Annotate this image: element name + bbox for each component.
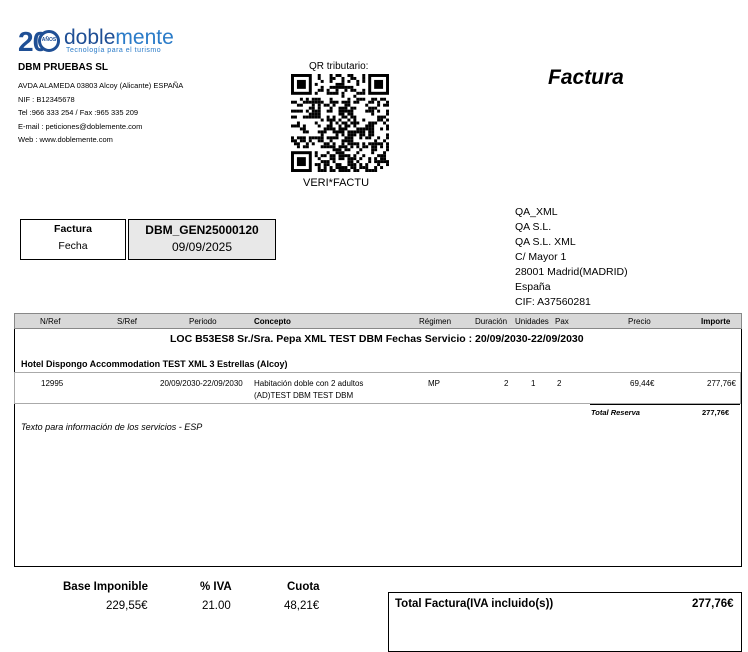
company-email: E-mail : peticiones@doblemente.com: [18, 122, 143, 131]
qr-label: QR tributario:: [309, 61, 369, 72]
cell-unidades: 1: [531, 379, 536, 388]
col-importe: Importe: [701, 317, 731, 326]
iva-value: 21.00: [202, 600, 231, 612]
client-address: QA_XML QA S.L. QA S.L. XML C/ Mayor 1 28…: [515, 205, 628, 310]
date-label: Fecha: [58, 240, 88, 252]
invoice-date: 09/09/2025: [171, 240, 233, 254]
col-unidades: Unidades: [515, 317, 549, 326]
logo-tagline: Tecnología para el turismo: [66, 47, 162, 54]
invoice-labels-box: Factura Fecha: [20, 219, 126, 260]
qr-code: [291, 74, 389, 172]
client-line: QA S.L. XML: [515, 236, 576, 248]
total-value: 277,76€: [692, 598, 734, 610]
invoice-values-box: DBM_GEN25000120 09/09/2025: [128, 219, 276, 260]
col-concepto: Concepto: [254, 317, 291, 326]
col-sref: S/Ref: [117, 317, 138, 326]
divider: [590, 404, 740, 405]
company-phone: Tel :966 333 254 / Fax :965 335 209: [18, 108, 139, 117]
total-label: Total Factura(IVA incluido(s)): [395, 598, 554, 610]
company-web: Web : www.doblemente.com: [18, 135, 113, 144]
cell-nref: 12995: [41, 379, 64, 388]
client-line: C/ Mayor 1: [515, 251, 567, 263]
col-regimen: Régimen: [419, 317, 452, 326]
iva-label: % IVA: [200, 581, 232, 593]
table-header: N/Ref S/Ref Periodo Concepto Régimen Dur…: [14, 313, 742, 329]
col-nref: N/Ref: [40, 317, 61, 326]
locator-line: LOC B53ES8 Sr./Sra. Pepa XML TEST DBM Fe…: [170, 333, 584, 345]
client-line: 28001 Madrid(MADRID): [515, 266, 628, 278]
services-info-text: Texto para información de los servicios …: [21, 422, 203, 432]
company-logo: 20 AÑOS doblemente Tecnología para el tu…: [18, 26, 174, 58]
cell-duracion: 2: [504, 379, 509, 388]
logo-badge: AÑOS: [38, 30, 60, 52]
client-line: QA S.L.: [515, 221, 552, 233]
client-line: CIF: A37560281: [515, 296, 591, 308]
client-line: QA_XML: [515, 206, 558, 218]
invoice-label: Factura: [54, 223, 92, 235]
client-line: España: [515, 281, 551, 293]
base-value: 229,55€: [106, 600, 148, 612]
logo-years: AÑOS: [41, 37, 57, 43]
col-duracion: Duración: [475, 317, 508, 326]
cell-regimen: MP: [428, 379, 440, 388]
company-address: AVDA ALAMEDA 03803 Alcoy (Alicante) ESPA…: [18, 81, 184, 90]
verifactu-label: VERI*FACTU: [303, 177, 370, 189]
cuota-label: Cuota: [287, 581, 320, 593]
invoice-number: DBM_GEN25000120: [145, 223, 259, 237]
cell-precio: 69,44€: [630, 379, 655, 388]
base-label: Base Imponible: [63, 581, 148, 593]
cell-importe: 277,76€: [707, 379, 736, 388]
cell-periodo: 20/09/2030-22/09/2030: [160, 379, 243, 388]
total-reserva-value: 277,76€: [702, 408, 730, 417]
logo-brand-b: mente: [115, 26, 174, 49]
col-periodo: Periodo: [189, 317, 217, 326]
company-name: DBM PRUEBAS SL: [18, 62, 109, 73]
cell-pax: 2: [557, 379, 562, 388]
cell-concepto-2: (AD)TEST DBM TEST DBM: [254, 391, 354, 400]
total-reserva-label: Total Reserva: [591, 408, 640, 417]
company-nif: NIF : B12345678: [18, 95, 75, 104]
table-row: 12995 20/09/2030-22/09/2030 Habitación d…: [14, 372, 741, 404]
col-precio: Precio: [628, 317, 651, 326]
col-pax: Pax: [555, 317, 569, 326]
cell-concepto: Habitación doble con 2 adultos: [254, 379, 364, 388]
cuota-value: 48,21€: [284, 600, 320, 612]
hotel-name: Hotel Dispongo Accommodation TEST XML 3 …: [21, 359, 288, 369]
logo-brand-a: doble: [64, 26, 116, 49]
document-title: Factura: [548, 66, 624, 89]
